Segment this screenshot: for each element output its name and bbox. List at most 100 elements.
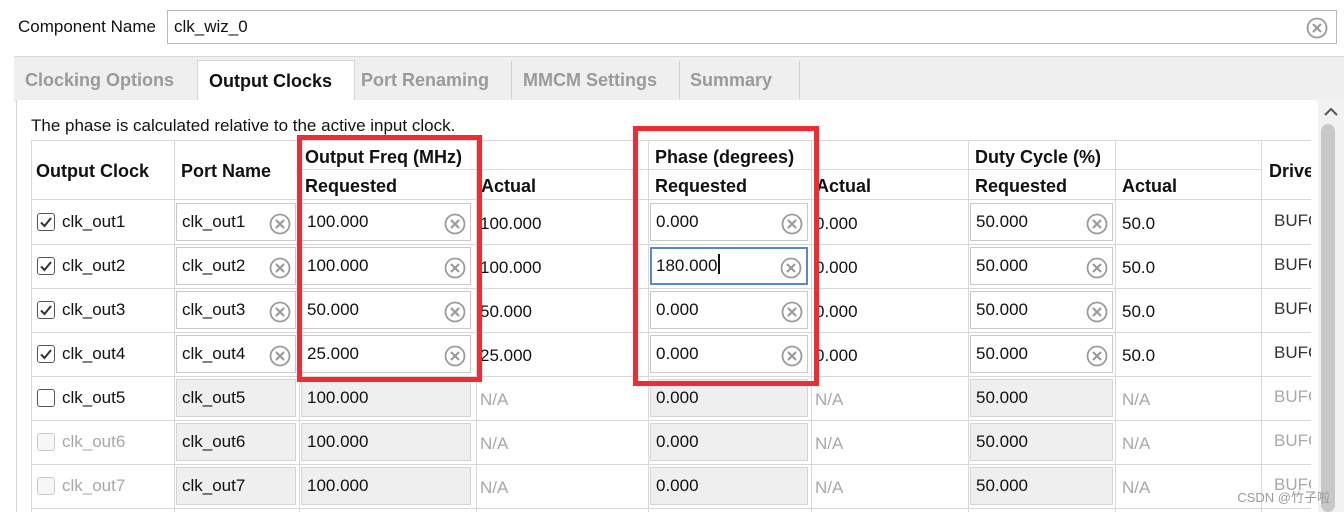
phase-actual: 0.000 [815,346,858,365]
header-freq-actual: Actual [481,176,537,196]
clear-icon[interactable] [269,212,291,248]
header-output-clock: Output Clock [36,161,149,181]
clear-icon[interactable] [269,344,291,380]
component-name-input[interactable]: clk_wiz_0 [167,10,1337,44]
output-clock-name: clk_out1 [62,212,126,231]
duty-actual: N/A [1122,390,1151,409]
duty-requested-input[interactable]: 50.000 [970,335,1113,373]
port-name-input[interactable]: clk_out3 [176,291,296,329]
port-name-input[interactable]: clk_out6 [176,423,296,461]
duty-requested-input[interactable]: 50.000 [970,291,1113,329]
output-clock-name: clk_out6 [62,432,126,451]
phase-actual: N/A [815,390,844,409]
tab-summary[interactable]: Summary [679,60,799,102]
clear-icon[interactable] [269,256,291,292]
header-duty-actual: Actual [1122,176,1178,196]
freq-actual: 100.000 [480,214,542,233]
duty-actual: 50.0 [1122,258,1156,277]
duty-requested-input-value: 50.000 [976,432,1028,451]
tab-mmcm-settings[interactable]: MMCM Settings [512,60,679,102]
phase-requested-input-value: 0.000 [656,388,699,407]
clear-icon[interactable] [1086,212,1108,248]
freq-requested-input[interactable]: 100.000 [301,467,471,505]
port-name-input[interactable]: clk_out7 [176,467,296,505]
phase-requested-input-value: 0.000 [656,476,699,495]
component-name-value: clk_wiz_0 [174,17,248,36]
scrollbar-thumb[interactable] [1321,124,1335,512]
drives-buffer: BUFG [1274,299,1311,318]
duty-actual: 50.0 [1122,214,1156,233]
output-clock-name: clk_out5 [62,388,126,407]
row-checkbox [37,477,55,495]
tab-port-renaming[interactable]: Port Renaming [350,60,511,102]
phase-actual: 0.000 [815,258,858,277]
duty-requested-input[interactable]: 50.000 [970,467,1113,505]
drives-buffer: BUFG [1274,431,1311,450]
row-checkbox[interactable] [37,213,55,231]
tab-output-clocks[interactable]: Output Clocks [197,60,355,102]
row-checkbox[interactable] [37,257,55,275]
port-name-input-value: clk_out1 [182,212,246,231]
duty-actual: N/A [1122,478,1151,497]
port-name-input-value: clk_out3 [182,300,246,319]
port-name-input[interactable]: clk_out2 [176,247,296,285]
port-name-input[interactable]: clk_out4 [176,335,296,373]
freq-actual: N/A [480,390,509,409]
header-duty-requested: Requested [975,176,1068,196]
phase-actual: 0.000 [815,302,858,321]
clear-icon[interactable] [1086,256,1108,292]
freq-requested-input-value: 100.000 [307,388,369,407]
freq-actual: 50.000 [480,302,532,321]
duty-actual: N/A [1122,434,1151,453]
phase-requested-input[interactable]: 0.000 [650,423,808,461]
clear-icon[interactable] [1086,344,1108,380]
header-port-name: Port Name [181,161,272,181]
row-checkbox[interactable] [37,389,55,407]
duty-actual: 50.0 [1122,346,1156,365]
component-name-label: Component Name [18,17,156,36]
output-clock-name: clk_out7 [62,476,126,495]
row-checkbox[interactable] [37,301,55,319]
port-name-input-value: clk_out5 [182,388,246,407]
chevron-up-icon[interactable] [1318,100,1344,122]
header-duty-cycle: Duty Cycle (%) [975,147,1102,167]
tab-clocking-options[interactable]: Clocking Options [14,60,197,102]
freq-requested-input[interactable]: 100.000 [301,423,471,461]
duty-actual: 50.0 [1122,302,1156,321]
freq-requested-input-value: 100.000 [307,432,369,451]
phase-requested-input[interactable]: 0.000 [650,467,808,505]
watermark: CSDN @竹子啦 [1237,490,1330,505]
duty-requested-input-value: 50.000 [976,476,1028,495]
duty-requested-input[interactable]: 50.000 [970,379,1113,417]
drives-buffer: BUFG [1274,387,1311,406]
duty-requested-input[interactable]: 50.000 [970,203,1113,241]
freq-requested-input[interactable]: 100.000 [301,379,471,417]
clear-icon[interactable] [1306,17,1328,50]
port-name-input-value: clk_out6 [182,432,246,451]
duty-requested-input-value: 50.000 [976,256,1028,275]
duty-requested-input[interactable]: 50.000 [970,423,1113,461]
phase-highlight-box [633,126,819,386]
port-name-input[interactable]: clk_out1 [176,203,296,241]
duty-requested-input-value: 50.000 [976,300,1028,319]
clear-icon[interactable] [1086,300,1108,336]
freq-actual: N/A [480,434,509,453]
freq-actual: 100.000 [480,258,542,277]
port-name-input[interactable]: clk_out5 [176,379,296,417]
port-name-input-value: clk_out2 [182,256,246,275]
phase-actual: 0.000 [815,214,858,233]
duty-requested-input[interactable]: 50.000 [970,247,1113,285]
freq-requested-input-value: 100.000 [307,476,369,495]
drives-buffer: BUFG [1274,343,1311,362]
row-checkbox[interactable] [37,345,55,363]
port-name-input-value: clk_out7 [182,476,246,495]
clear-icon[interactable] [269,300,291,336]
freq-actual: 25.000 [480,346,532,365]
duty-requested-input-value: 50.000 [976,212,1028,231]
tab-strip: Clocking Options Output Clocks Port Rena… [14,56,1344,102]
output-clock-name: clk_out3 [62,300,126,319]
port-name-input-value: clk_out4 [182,344,246,363]
freq-highlight-box [297,135,482,382]
row-checkbox [37,433,55,451]
duty-requested-input-value: 50.000 [976,388,1028,407]
